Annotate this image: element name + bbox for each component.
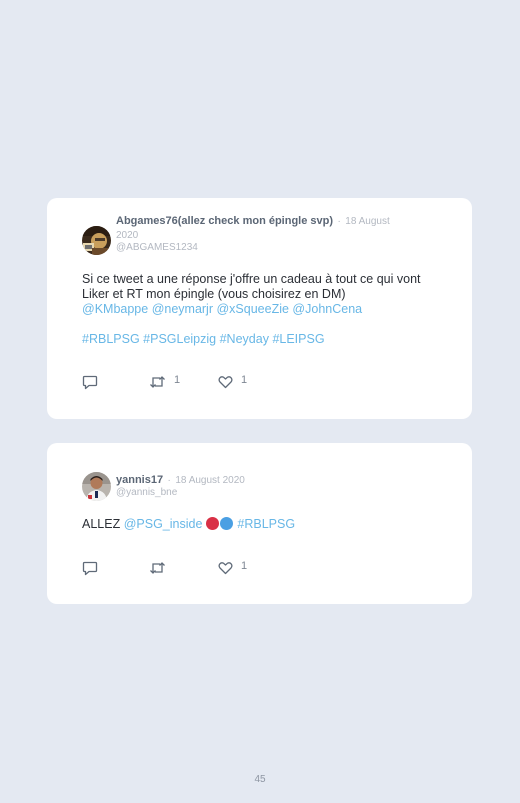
reply-icon — [82, 561, 98, 576]
mention-link[interactable]: @neymarjr — [152, 302, 213, 316]
tweet-card: Abgames76(allez check mon épingle svp) ·… — [47, 198, 472, 419]
separator-dot: · — [337, 216, 341, 227]
tweet-header: Abgames76(allez check mon épingle svp) ·… — [116, 214, 412, 254]
like-button[interactable]: 1 — [218, 560, 247, 576]
author-name[interactable]: Abgames76(allez check mon épingle svp) — [116, 215, 333, 227]
like-count: 1 — [241, 374, 248, 386]
tweet-body-text: Si ce tweet a une réponse j'offre un cad… — [82, 272, 421, 301]
tweet-text: ALLEZ @PSG_inside #RBLPSG — [82, 517, 432, 532]
avatar[interactable] — [82, 472, 111, 501]
hashtag-link[interactable]: #RBLPSG — [82, 332, 140, 346]
retweet-icon — [149, 561, 166, 575]
page-number: 45 — [254, 774, 266, 785]
red-circle-emoji — [205, 517, 219, 530]
hashtag-link[interactable]: #Neyday — [220, 332, 269, 346]
author-handle[interactable]: @ABGAMES1234 — [116, 242, 412, 254]
tweet-card: yannis17 · 18 August 2020 @yannis_bne AL… — [47, 443, 472, 604]
tweet-actions: 1 — [82, 560, 282, 576]
tweet-text: Si ce tweet a une réponse j'offre un cad… — [82, 272, 432, 347]
reply-button[interactable] — [82, 560, 98, 576]
tweet-body-text: ALLEZ — [82, 517, 121, 531]
retweet-icon — [149, 375, 166, 389]
author-handle[interactable]: @yannis_bne — [116, 487, 412, 499]
separator-dot: · — [167, 475, 171, 486]
blue-circle-emoji — [219, 517, 233, 530]
heart-icon — [218, 561, 233, 575]
author-name[interactable]: yannis17 — [116, 474, 163, 486]
mention-link[interactable]: @JohnCena — [292, 302, 362, 316]
tweet-actions: 1 1 — [82, 374, 282, 390]
reply-button[interactable] — [82, 374, 98, 390]
hashtag-link[interactable]: #RBLPSG — [237, 517, 295, 531]
mention-link[interactable]: @PSG_inside — [124, 517, 203, 531]
reply-icon — [82, 375, 98, 390]
like-count: 1 — [241, 560, 248, 572]
tweet-header: yannis17 · 18 August 2020 @yannis_bne — [116, 473, 412, 499]
heart-icon — [218, 375, 233, 389]
avatar[interactable] — [82, 226, 111, 255]
hashtag-link[interactable]: #LEIPSG — [272, 332, 324, 346]
retweet-count: 1 — [174, 374, 181, 386]
mention-link[interactable]: @xSqueeZie — [216, 302, 288, 316]
mention-link[interactable]: @KMbappe — [82, 302, 148, 316]
retweet-button[interactable] — [149, 560, 166, 576]
like-button[interactable]: 1 — [218, 374, 247, 390]
tweet-date[interactable]: 18 August 2020 — [175, 475, 245, 486]
hashtag-link[interactable]: #PSGLeipzig — [143, 332, 216, 346]
retweet-button[interactable]: 1 — [149, 374, 180, 390]
